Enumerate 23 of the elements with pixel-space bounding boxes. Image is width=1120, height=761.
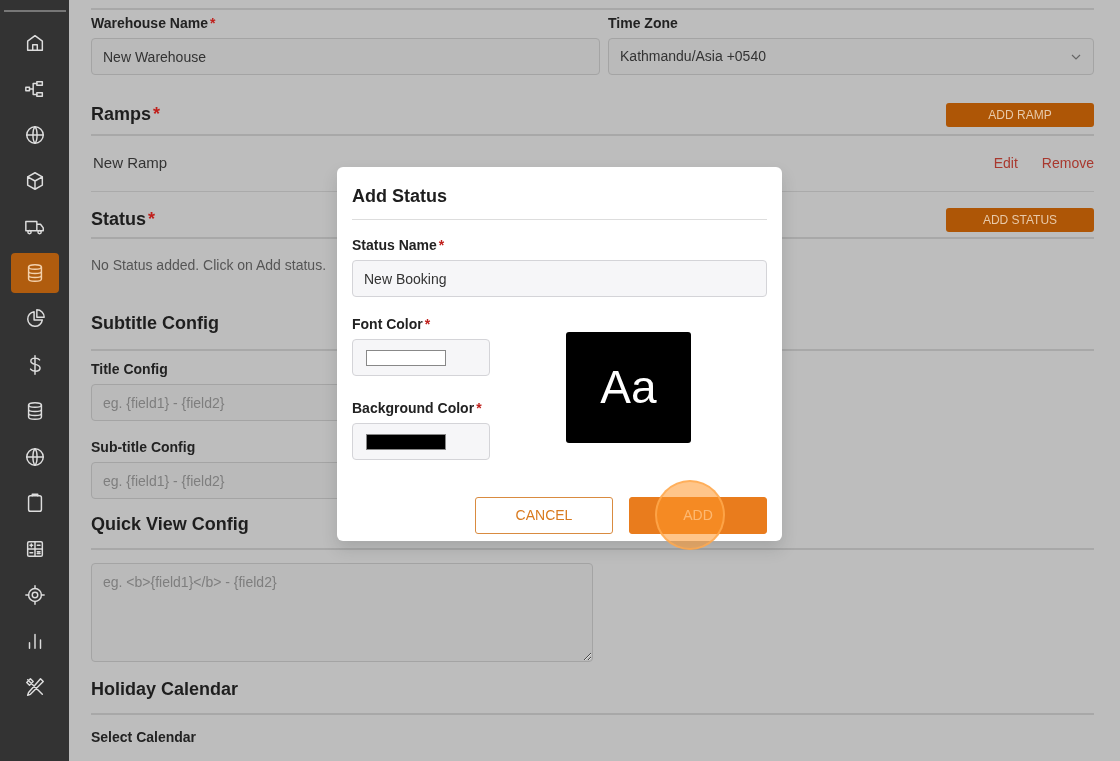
section-title: Quick View Config: [91, 513, 249, 536]
dialog-title: Add Status: [352, 183, 767, 220]
empty-status-message: No Status added. Click on Add status.: [91, 256, 327, 275]
required-asterisk: *: [153, 104, 161, 124]
field-label: Status Name*: [352, 236, 445, 255]
required-asterisk: *: [476, 400, 482, 416]
ramp-name: New Ramp: [93, 153, 169, 174]
color-preview: Aa: [566, 332, 691, 443]
field-label: Warehouse Name*: [91, 14, 216, 33]
field-label: Font Color*: [352, 315, 431, 334]
field-label: Sub-title Config: [91, 438, 196, 457]
required-asterisk: *: [438, 237, 445, 253]
required-asterisk: *: [148, 209, 156, 229]
required-asterisk: *: [424, 316, 431, 332]
field-label: Background Color*: [352, 399, 482, 418]
section-title: Holiday Calendar: [91, 678, 239, 701]
field-label: Title Config: [91, 360, 168, 379]
section-title: Status*: [91, 208, 156, 231]
field-label: Time Zone: [608, 14, 678, 33]
required-asterisk: *: [209, 15, 216, 31]
section-title: Subtitle Config: [91, 312, 219, 335]
field-label: Select Calendar: [91, 728, 197, 747]
section-title: Ramps*: [91, 103, 161, 126]
